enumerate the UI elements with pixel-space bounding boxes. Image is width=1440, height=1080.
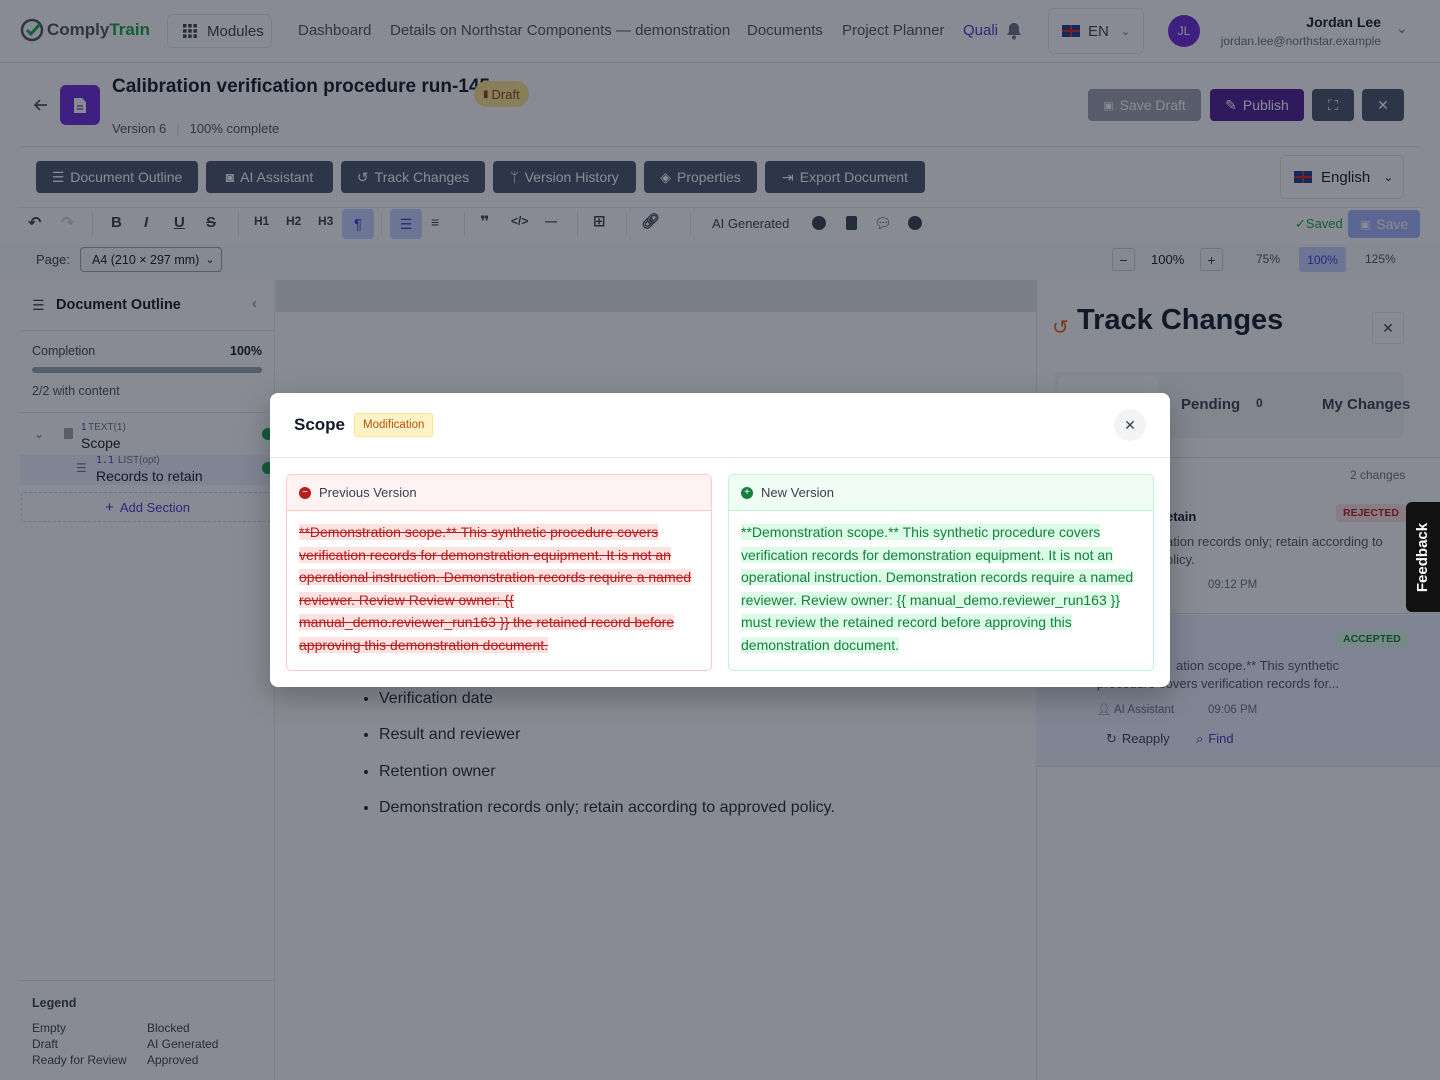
modal-title: Scope bbox=[294, 415, 346, 434]
previous-version-label: Previous Version bbox=[319, 485, 417, 500]
previous-version-body: **Demonstration scope.** This synthetic … bbox=[287, 511, 711, 666]
new-version-label: New Version bbox=[761, 485, 834, 500]
previous-version-pane: − Previous Version **Demonstration scope… bbox=[286, 474, 712, 671]
modification-badge: Modification bbox=[354, 413, 434, 437]
previous-version-header: − Previous Version bbox=[287, 475, 711, 511]
feedback-tab[interactable]: Feedback bbox=[1406, 502, 1440, 612]
close-modal-button[interactable]: ✕ bbox=[1114, 409, 1146, 441]
new-version-header: + New Version bbox=[729, 475, 1153, 511]
new-version-body: **Demonstration scope.** This synthetic … bbox=[729, 511, 1153, 666]
modal-header-divider bbox=[270, 457, 1170, 458]
new-version-pane: + New Version **Demonstration scope.** T… bbox=[728, 474, 1154, 671]
feedback-label: Feedback bbox=[1414, 522, 1432, 592]
plus-circle-icon: + bbox=[741, 486, 753, 499]
previous-version-text: **Demonstration scope.** This synthetic … bbox=[299, 524, 692, 653]
change-detail-modal: Scope Modification ✕ − Previous Version … bbox=[270, 393, 1170, 687]
minus-circle-icon: − bbox=[299, 486, 311, 499]
new-version-text: **Demonstration scope.** This synthetic … bbox=[741, 524, 1134, 653]
close-icon: ✕ bbox=[1124, 416, 1136, 433]
